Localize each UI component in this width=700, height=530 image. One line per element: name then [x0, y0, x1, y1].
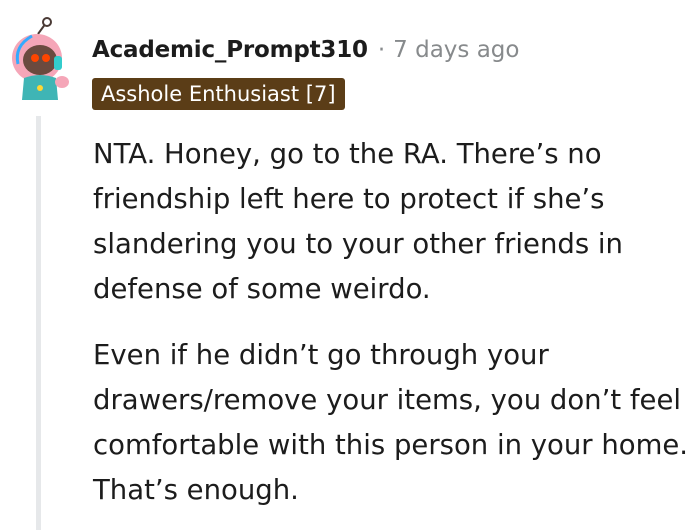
meta-separator: · [377, 37, 386, 63]
comment-paragraph: NTA. Honey, go to the RA. There’s no fri… [93, 138, 623, 305]
comment: Academic_Prompt310 · 7 days ago Asshole … [0, 0, 700, 530]
snoo-avatar-icon [12, 17, 69, 100]
thread-collapse-line[interactable] [36, 116, 41, 530]
comment-header: Academic_Prompt310 · 7 days ago [92, 33, 519, 67]
username-link[interactable]: Academic_Prompt310 [92, 37, 368, 63]
user-flair-badge: Asshole Enthusiast [7] [92, 78, 345, 110]
comment-paragraph: Even if he didn’t go through your drawer… [93, 339, 689, 506]
avatar[interactable] [10, 16, 76, 102]
comment-body: NTA. Honey, go to the RA. There’s no fri… [93, 132, 693, 513]
comment-timestamp[interactable]: 7 days ago [393, 37, 519, 63]
